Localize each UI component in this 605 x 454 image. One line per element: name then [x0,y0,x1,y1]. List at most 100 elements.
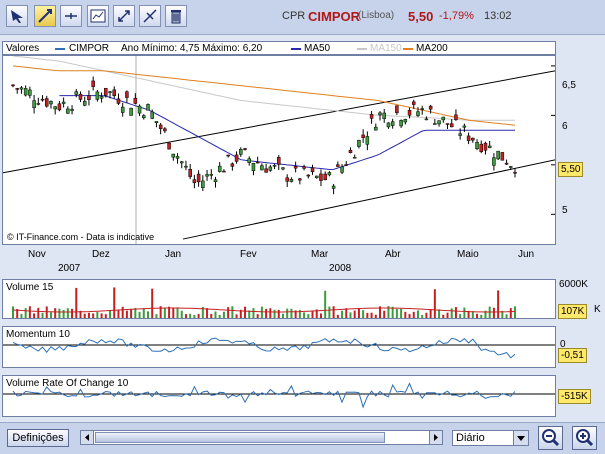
candle-body [171,153,176,158]
company-name: CIMPOR [308,9,360,24]
volume-bar [210,313,213,318]
candle-body [483,142,488,151]
volume-bar [509,308,512,318]
volume-panel[interactable]: Volume 15 [2,279,556,319]
toolbar: CPR CIMPOR (Lisboa) 5,50 -1,79% 13:02 [0,0,605,35]
candle-body [209,174,214,176]
delete-tool[interactable] [165,5,187,27]
zoom-out-button[interactable] [538,426,563,450]
price-chart[interactable]: © IT-Finance.com - Data is indicative [2,55,556,245]
last-price-marker: 5,50 [558,162,584,177]
volume-bar [197,313,200,318]
volume-bar [87,312,90,318]
volume-bar [62,309,65,318]
legend-ma50-swatch [291,48,301,50]
price-axis-label: 6,5 [562,80,576,91]
momentum-label: Momentum 10 [6,329,70,340]
candle-body [247,158,251,163]
volume-bar [463,307,466,318]
pointer-tool[interactable] [6,5,28,27]
x-year-label: 2007 [58,263,81,274]
candle-body [365,136,370,145]
trend-line-icon [143,9,157,23]
x-year-label: 2008 [329,263,352,274]
candle-body [82,100,87,106]
volume-axis-label: 6000K [559,279,588,290]
volume-bar [446,312,449,318]
candle-body [403,119,408,123]
candle-body [205,174,209,177]
settings-button[interactable]: Definições [7,429,69,447]
volume-bar [71,308,74,318]
candle-body [344,164,349,166]
candle-body [184,165,188,168]
legend-ma200-swatch [403,48,413,50]
volume-bar [121,306,124,318]
candle-body [112,89,116,96]
candle-body [395,105,399,114]
x-month-label: Fev [240,249,257,260]
scroll-right-button[interactable] [429,431,442,444]
candle-body [319,173,323,181]
volume-bar [311,311,314,318]
last-price: 5,50 [408,9,434,24]
candle-body [272,165,277,167]
chevron-down-icon[interactable] [513,431,528,445]
candle-body [222,170,226,173]
volume-bar [277,309,280,318]
vroc-panel[interactable]: Volume Rate Of Change 10 [2,375,556,417]
volume-bar [256,314,259,318]
candle-body [230,163,235,167]
crosshair-tool[interactable] [34,5,56,27]
zoom-fit-tool[interactable] [113,5,135,27]
indicators-icon [90,9,106,23]
arrow-right-icon [434,434,438,441]
candle-body [116,98,121,104]
candle-body [361,134,365,138]
volume-bar [433,289,436,318]
candle-body [382,112,386,119]
volume-bar [176,307,179,318]
indicators-tool[interactable] [87,5,109,27]
legend-minmax: Ano Mínimo: 4,75 Máximo: 6,20 [121,43,263,54]
volume-bar [49,312,52,318]
volume-bar [476,313,479,318]
volume-bar [66,308,69,318]
candle-body [36,103,41,105]
volume-bar [184,314,187,318]
crosshair-icon [38,9,52,23]
scroll-thumb[interactable] [95,432,385,443]
momentum-panel[interactable]: Momentum 10 [2,326,556,368]
candle-body [509,166,513,168]
candle-body [416,111,420,116]
volume-bar [172,307,175,318]
candle-body [133,97,138,104]
volume-bar [269,308,272,318]
line-tool[interactable] [60,5,82,27]
period-select[interactable]: Diário [452,430,529,446]
volume-bar [353,310,356,318]
volume-bar [332,306,335,318]
vroc-value: -515K [558,389,591,404]
trend-line-tool[interactable] [139,5,161,27]
volume-bar [244,306,247,318]
quote-time: 13:02 [484,10,512,22]
volume-plot [12,287,516,318]
candle-body [260,165,264,171]
candle-body [108,91,112,93]
candle-body [369,114,374,119]
volume-bar [227,307,230,318]
candle-body [378,112,382,116]
candle-body [44,98,49,107]
volume-bar [100,313,103,318]
candle-body [479,143,484,152]
scroll-left-button[interactable] [81,431,94,444]
candle-body [70,108,74,111]
volume-bar [412,311,415,318]
candle-body [458,133,462,136]
candle-body [504,162,509,165]
candle-body [289,178,294,182]
time-scrollbar[interactable] [80,430,443,445]
volume-bar [366,312,369,318]
zoom-in-button[interactable] [572,426,597,450]
